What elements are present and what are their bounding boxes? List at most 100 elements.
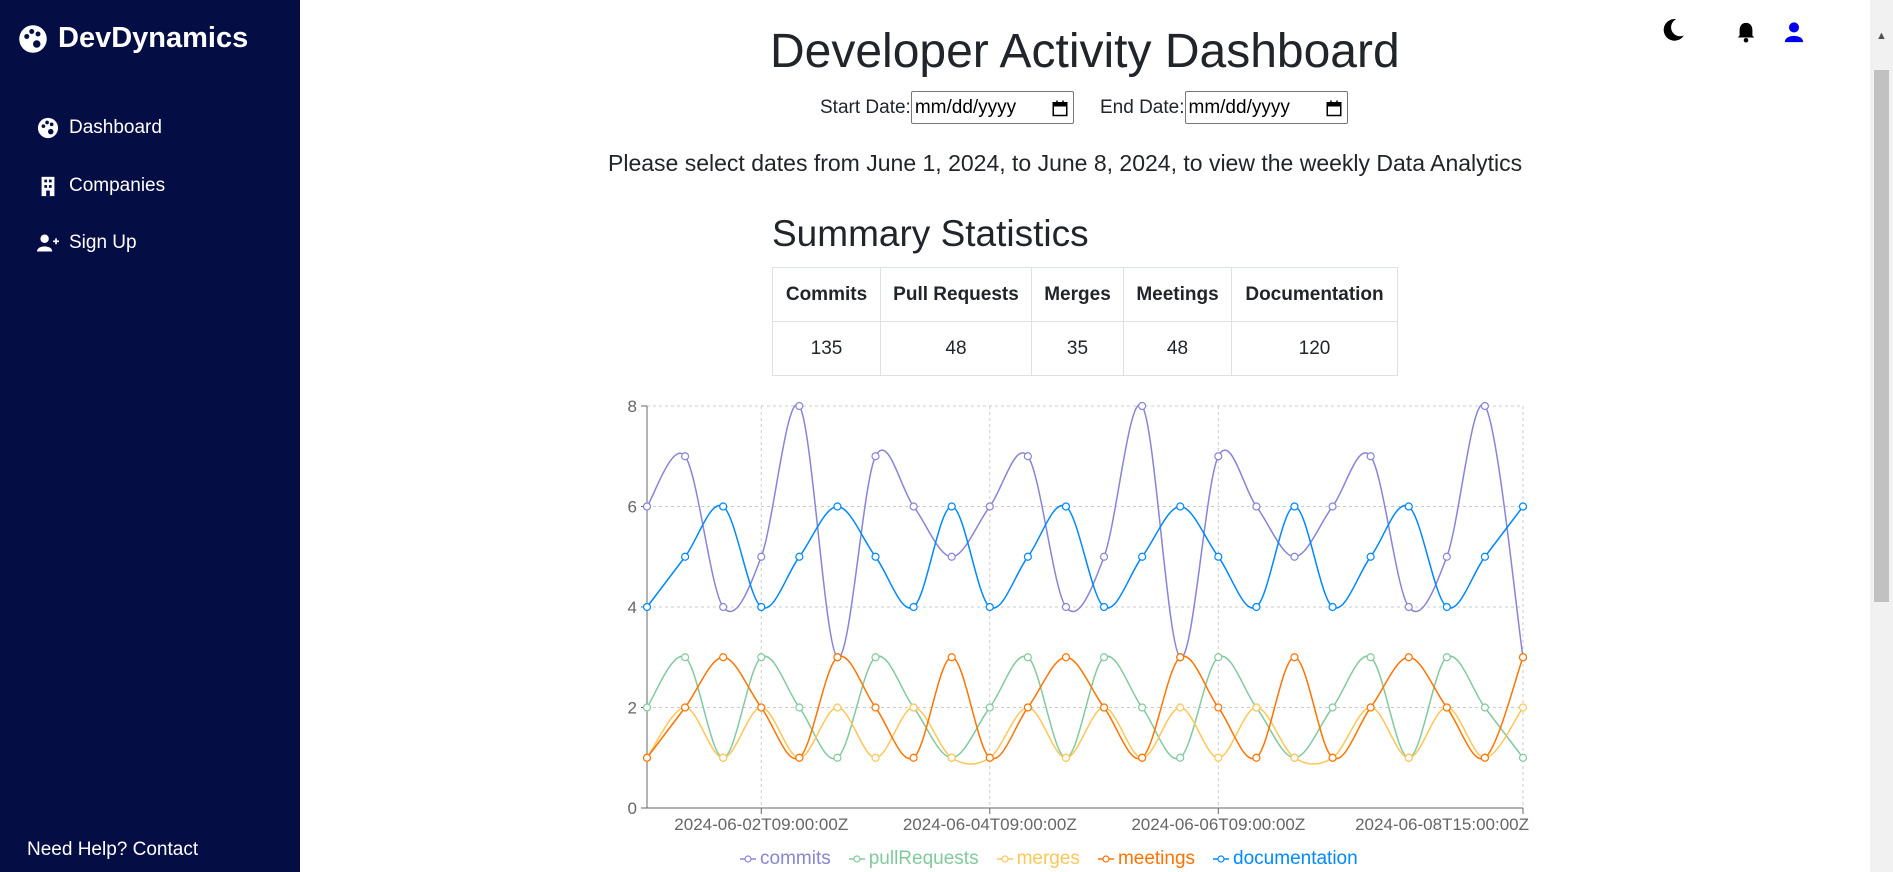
- data-point-documentation: [871, 552, 880, 561]
- data-point-merges: [833, 703, 842, 712]
- data-point-documentation: [680, 552, 690, 561]
- data-point-commits: [795, 401, 804, 411]
- data-point-documentation: [642, 602, 652, 612]
- data-point-meetings: [719, 653, 728, 662]
- data-point-meetings: [1214, 703, 1223, 712]
- data-point-pullRequests: [1023, 653, 1032, 662]
- data-point-pullRequests: [1442, 653, 1451, 662]
- data-point-meetings: [947, 653, 956, 662]
- data-point-commits: [1099, 552, 1109, 561]
- legend-item-meetings[interactable]: meetings: [1097, 848, 1196, 870]
- data-point-meetings: [1404, 653, 1413, 662]
- data-point-commits: [1480, 401, 1490, 411]
- y-tick-label: 6: [628, 498, 637, 517]
- data-point-commits: [985, 502, 994, 511]
- legend-label: pullRequests: [868, 848, 979, 869]
- data-point-merges: [719, 753, 728, 762]
- data-point-commits: [680, 452, 690, 461]
- data-point-commits: [1061, 602, 1071, 612]
- data-point-pullRequests: [1214, 653, 1223, 662]
- data-point-commits: [1328, 502, 1337, 511]
- data-point-meetings: [909, 753, 918, 762]
- data-point-documentation: [1176, 502, 1185, 511]
- legend-line-icon: [1213, 855, 1230, 863]
- data-point-documentation: [1099, 602, 1109, 612]
- data-point-pullRequests: [1328, 703, 1337, 712]
- legend-line-icon: [740, 855, 756, 863]
- data-point-merges: [1290, 753, 1299, 762]
- data-point-pullRequests: [642, 703, 652, 712]
- legend-item-documentation[interactable]: documentation: [1213, 848, 1358, 870]
- y-tick-label: 0: [628, 799, 637, 818]
- data-point-meetings: [1480, 753, 1490, 762]
- data-point-documentation: [795, 552, 804, 561]
- data-point-documentation: [833, 502, 842, 511]
- data-point-documentation: [1023, 552, 1032, 561]
- data-point-documentation: [1252, 602, 1261, 612]
- data-point-commits: [1290, 552, 1299, 561]
- data-point-commits: [719, 602, 728, 612]
- activity-line-chart: 0 2 4 6 8 2024-06-02T09:00:00Z 2024-06-04T09:0…: [628, 397, 1529, 834]
- data-point-meetings: [871, 703, 880, 712]
- data-point-meetings: [642, 753, 652, 762]
- data-point-pullRequests: [1480, 703, 1490, 712]
- x-tick-label: 2024-06-06T09:00:00Z: [1131, 815, 1305, 834]
- data-point-merges: [1252, 703, 1261, 712]
- data-point-meetings: [680, 703, 690, 712]
- legend-item-pullRequests[interactable]: pullRequests: [848, 848, 979, 870]
- data-point-commits: [909, 502, 918, 511]
- data-point-merges: [1214, 753, 1223, 762]
- data-point-meetings: [1290, 653, 1299, 662]
- data-point-merges: [871, 753, 880, 762]
- data-point-commits: [1366, 452, 1375, 461]
- data-point-merges: [1518, 703, 1528, 712]
- data-point-meetings: [1061, 653, 1071, 662]
- data-point-meetings: [1252, 753, 1261, 762]
- data-point-commits: [947, 552, 956, 561]
- legend-label: meetings: [1117, 848, 1196, 869]
- data-point-pullRequests: [871, 653, 880, 662]
- legend-item-merges[interactable]: merges: [996, 848, 1080, 870]
- data-point-commits: [1138, 401, 1147, 411]
- data-point-pullRequests: [757, 653, 766, 662]
- data-point-meetings: [1518, 653, 1528, 662]
- y-tick-label: 4: [628, 598, 637, 617]
- data-point-meetings: [1442, 703, 1451, 712]
- data-point-meetings: [1138, 753, 1147, 762]
- legend-line-icon: [848, 855, 865, 863]
- data-point-merges: [909, 703, 918, 712]
- data-point-commits: [1023, 452, 1032, 461]
- x-tick-label: 2024-06-08T15:00:00Z: [1355, 815, 1529, 834]
- data-point-meetings: [1023, 703, 1032, 712]
- y-tick-label: 8: [628, 397, 637, 416]
- data-point-meetings: [985, 753, 994, 762]
- data-point-documentation: [1061, 502, 1071, 511]
- data-point-pullRequests: [1099, 653, 1109, 662]
- data-point-meetings: [1328, 753, 1337, 762]
- data-point-documentation: [719, 502, 728, 511]
- legend-label: merges: [1016, 848, 1080, 869]
- data-point-meetings: [757, 703, 766, 712]
- data-point-pullRequests: [985, 703, 994, 712]
- data-point-documentation: [985, 602, 994, 612]
- data-point-documentation: [1480, 552, 1490, 561]
- data-point-meetings: [1099, 703, 1109, 712]
- data-point-pullRequests: [680, 653, 690, 662]
- y-tick-label: 2: [628, 699, 637, 718]
- data-point-documentation: [1138, 552, 1147, 561]
- data-point-meetings: [1176, 653, 1185, 662]
- data-point-meetings: [1366, 703, 1375, 712]
- data-point-commits: [871, 452, 880, 461]
- data-point-documentation: [947, 502, 956, 511]
- data-point-documentation: [1214, 552, 1223, 561]
- data-point-pullRequests: [833, 753, 842, 762]
- legend-label: commits: [760, 848, 831, 869]
- data-point-commits: [757, 552, 766, 561]
- data-point-documentation: [1518, 502, 1528, 511]
- data-point-documentation: [909, 602, 918, 612]
- data-point-commits: [1404, 602, 1413, 612]
- data-point-merges: [1404, 753, 1413, 762]
- legend-item-commits[interactable]: commits: [740, 848, 831, 870]
- data-point-commits: [1252, 502, 1261, 511]
- data-point-pullRequests: [795, 703, 804, 712]
